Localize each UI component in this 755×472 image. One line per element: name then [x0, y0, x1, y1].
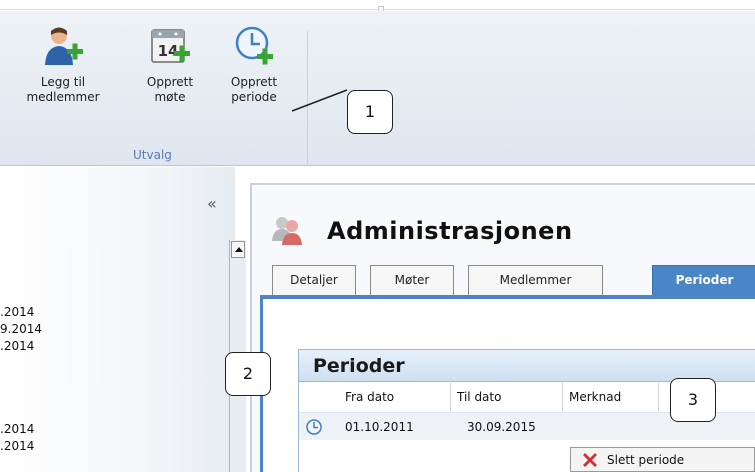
column-header-til-dato[interactable]: Til dato [451, 383, 563, 411]
clock-icon [305, 418, 323, 436]
left-panel [0, 167, 235, 472]
tab-medlemmer[interactable]: Medlemmer [468, 265, 603, 295]
list-item-date[interactable]: 9.2014 [0, 322, 42, 336]
delete-period-menu-item[interactable]: Slett periode [607, 448, 684, 472]
tab-moter[interactable]: Møter [370, 265, 454, 295]
column-header-fra-dato[interactable]: Fra dato [339, 383, 451, 411]
main-window: Administrasjonen Detaljer Møter Medlemme… [250, 183, 755, 472]
tab-detaljer[interactable]: Detaljer [272, 265, 356, 295]
list-item-date[interactable]: .2014 [0, 422, 34, 436]
cell-til-dato: 30.09.2015 [467, 420, 536, 434]
callout-1: 1 [347, 90, 393, 134]
callout-2: 2 [225, 352, 271, 396]
list-item-date[interactable]: .2014 [0, 439, 34, 453]
list-item-date[interactable]: .2014 [0, 339, 34, 353]
group-users-icon [270, 213, 304, 247]
collapse-panel-button[interactable]: « [207, 194, 217, 213]
cell-fra-dato: 01.10.2011 [345, 420, 414, 434]
context-menu: Slett periode [570, 447, 755, 472]
page-title: Administrasjonen [327, 217, 573, 245]
scroll-up-arrow-icon[interactable] [231, 241, 245, 258]
tab-perioder[interactable]: Perioder [652, 265, 755, 295]
list-item-date[interactable]: .2014 [0, 305, 34, 319]
callout-3: 3 [670, 378, 716, 422]
column-header-merknad[interactable]: Merknad [563, 383, 659, 411]
delete-x-icon [581, 451, 599, 469]
